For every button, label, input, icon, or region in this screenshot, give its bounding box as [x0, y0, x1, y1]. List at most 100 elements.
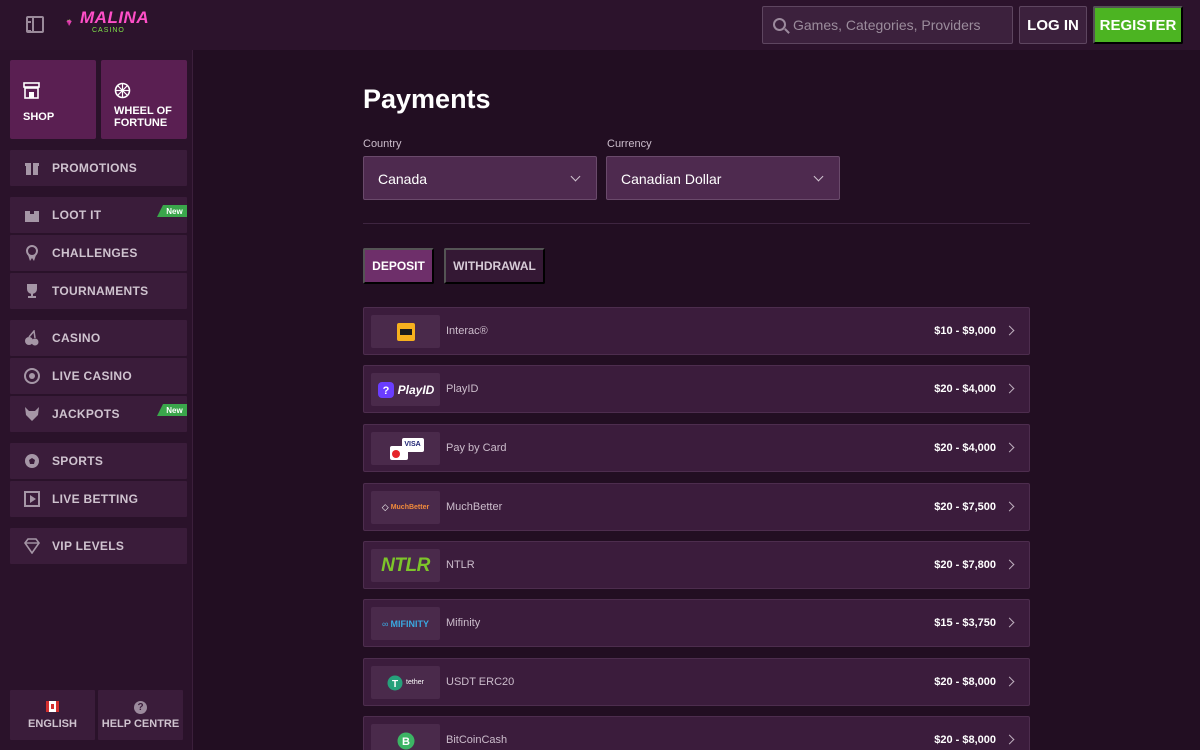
payment-method-row[interactable]: Interac® $10 - $9,000 [363, 307, 1030, 355]
search-input[interactable] [793, 7, 1009, 43]
country-select[interactable]: Canada [363, 156, 597, 200]
box-icon [25, 209, 39, 222]
chevron-right-icon [1004, 617, 1015, 628]
new-badge: New [157, 205, 187, 217]
language-label: ENGLISH [28, 718, 77, 730]
svg-text:T: T [392, 679, 398, 690]
card-logo-icon: VISA [371, 432, 440, 465]
payment-method-name: MuchBetter [446, 501, 503, 513]
tab-deposit[interactable]: DEPOSIT [363, 248, 434, 284]
wolf-icon [25, 407, 39, 421]
ntlr-logo-icon: NTLR [371, 549, 440, 582]
payment-method-range: $10 - $9,000 [934, 325, 996, 337]
football-icon [25, 454, 39, 468]
sidebar: SHOP WHEEL OF FORTUNE PROMOTIONS LOOT IT… [0, 50, 193, 750]
sidebar-item-live-casino[interactable]: LIVE CASINO [10, 358, 187, 394]
register-button[interactable]: REGISTER [1093, 6, 1183, 44]
sidebar-item-label: VIP LEVELS [52, 539, 125, 553]
sidebar-item-loot-it[interactable]: LOOT IT New [10, 197, 187, 233]
payment-method-row[interactable]: B BitCoinCash $20 - $8,000 [363, 716, 1030, 750]
chevron-right-icon [1004, 559, 1015, 570]
sidebar-item-vip-levels[interactable]: VIP LEVELS [10, 528, 187, 564]
new-badge: New [157, 404, 187, 416]
logo-subtext: CASINO [92, 27, 125, 34]
sidebar-item-jackpots[interactable]: JACKPOTS New [10, 396, 187, 432]
currency-label: Currency [607, 138, 652, 150]
sidebar-tile-label: WHEEL OF FORTUNE [114, 105, 172, 129]
sidebar-item-label: CASINO [52, 331, 101, 345]
sidebar-item-promotions[interactable]: PROMOTIONS [10, 150, 187, 186]
payment-method-row[interactable]: T tether USDT ERC20 $20 - $8,000 [363, 658, 1030, 706]
sidebar-toggle-icon[interactable] [26, 16, 44, 33]
chevron-down-icon [570, 171, 581, 182]
live-icon [24, 491, 40, 507]
chevron-right-icon [1004, 501, 1015, 512]
sidebar-item-challenges[interactable]: CHALLENGES [10, 235, 187, 271]
sidebar-item-label: LOOT IT [52, 208, 102, 222]
payment-method-row[interactable]: ◇ MuchBetter MuchBetter $20 - $7,500 [363, 483, 1030, 531]
bitcoincash-logo-icon: B [371, 724, 440, 750]
sidebar-item-label: JACKPOTS [52, 407, 120, 421]
payment-method-row[interactable]: VISA Pay by Card $20 - $4,000 [363, 424, 1030, 472]
sidebar-item-sports[interactable]: SPORTS [10, 443, 187, 479]
language-selector[interactable]: ENGLISH [10, 690, 95, 740]
sidebar-item-label: LIVE CASINO [52, 369, 132, 383]
payment-method-name: NTLR [446, 559, 475, 571]
divider [363, 223, 1030, 224]
payment-method-name: PlayID [446, 383, 479, 395]
payment-method-name: Pay by Card [446, 442, 507, 454]
canada-flag-icon [46, 701, 59, 712]
payment-method-row[interactable]: ? PlayID PlayID $20 - $4,000 [363, 365, 1030, 413]
help-icon: ? [134, 701, 147, 714]
trophy-icon [27, 284, 37, 298]
chevron-right-icon [1004, 676, 1015, 687]
tether-logo-icon: T tether [371, 666, 440, 699]
currency-select[interactable]: Canadian Dollar [606, 156, 840, 200]
country-label: Country [363, 138, 402, 150]
diamond-icon [24, 538, 40, 554]
sidebar-item-label: TOURNAMENTS [52, 284, 149, 298]
sidebar-item-label: CHALLENGES [52, 246, 138, 260]
payment-method-range: $15 - $3,750 [934, 617, 996, 629]
search-box[interactable] [762, 6, 1013, 44]
payment-method-row[interactable]: NTLR NTLR $20 - $7,800 [363, 541, 1030, 589]
sidebar-item-label: SPORTS [52, 454, 104, 468]
sidebar-tile-shop[interactable]: SHOP [10, 60, 96, 139]
currency-value: Canadian Dollar [621, 171, 722, 187]
logo-text[interactable]: MALINA [80, 8, 149, 28]
cherries-icon [25, 330, 39, 346]
sidebar-item-live-betting[interactable]: LIVE BETTING [10, 481, 187, 517]
svg-text:?: ? [382, 385, 389, 397]
mifinity-logo-icon: ∞ MIFINITY [371, 607, 440, 640]
interac-logo-icon [371, 315, 440, 348]
help-label: HELP CENTRE [101, 718, 180, 730]
sidebar-item-tournaments[interactable]: TOURNAMENTS [10, 273, 187, 309]
wheel-icon [114, 82, 131, 99]
country-value: Canada [378, 171, 428, 187]
search-icon [773, 18, 786, 31]
sidebar-item-label: LIVE BETTING [52, 492, 139, 506]
payment-method-name: Mifinity [446, 617, 481, 629]
sidebar-item-casino[interactable]: CASINO [10, 320, 187, 356]
payment-method-range: $20 - $8,000 [934, 676, 996, 688]
payment-method-range: $20 - $7,800 [934, 559, 996, 571]
playid-logo-icon: ? PlayID [371, 373, 440, 406]
payment-method-name: BitCoinCash [446, 734, 508, 746]
payment-method-name: USDT ERC20 [446, 676, 515, 688]
svg-text:B: B [402, 736, 410, 748]
tab-withdrawal[interactable]: WITHDRAWAL [444, 248, 545, 284]
chevron-down-icon [813, 171, 824, 182]
sidebar-item-label: PROMOTIONS [52, 161, 138, 175]
payment-method-range: $20 - $8,000 [934, 734, 996, 746]
chip-icon [24, 368, 40, 384]
payment-method-row[interactable]: ∞ MIFINITY Mifinity $15 - $3,750 [363, 599, 1030, 647]
login-button[interactable]: LOG IN [1019, 6, 1087, 44]
help-centre-button[interactable]: ? HELP CENTRE [98, 690, 183, 740]
sidebar-tile-wheel-of-fortune[interactable]: WHEEL OF FORTUNE [101, 60, 187, 139]
payment-method-range: $20 - $4,000 [934, 442, 996, 454]
payment-method-range: $20 - $4,000 [934, 383, 996, 395]
sidebar-tile-label: SHOP [23, 111, 55, 123]
payment-method-name: Interac® [446, 325, 488, 337]
shop-icon [23, 82, 40, 99]
top-header: MALINA CASINO LOG IN REGISTER [0, 0, 1200, 50]
